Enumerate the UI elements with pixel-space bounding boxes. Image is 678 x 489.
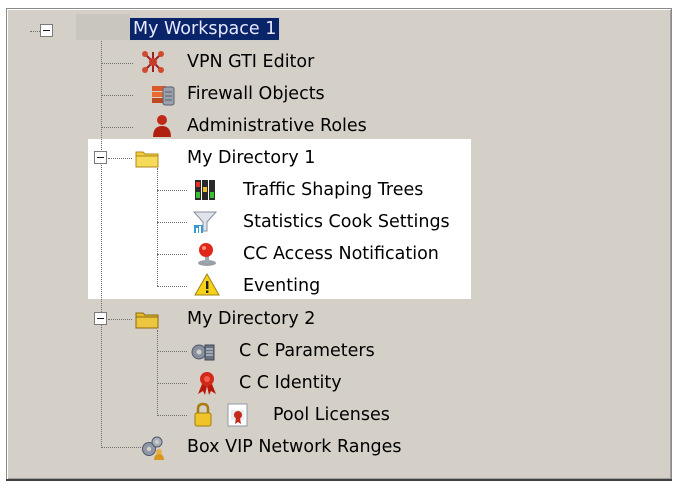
tree-line-branch xyxy=(101,95,133,96)
firewall-objects-icon xyxy=(150,82,176,108)
tree-line-branch xyxy=(101,447,141,448)
tree-line-branch xyxy=(157,351,187,352)
gears-user-icon xyxy=(140,434,166,460)
admin-user-icon xyxy=(149,113,175,139)
tree-node-traffic-shaping-trees[interactable]: Traffic Shaping Trees xyxy=(243,179,423,201)
vpn-network-icon xyxy=(140,49,166,75)
warning-triangle-icon xyxy=(194,272,220,298)
tree-line-dir1 xyxy=(157,168,158,286)
tree-line-branch xyxy=(101,63,133,64)
tree-node-administrative-roles[interactable]: Administrative Roles xyxy=(187,115,367,137)
tree-node-firewall-objects[interactable]: Firewall Objects xyxy=(187,83,325,105)
tree-node-my-directory-2[interactable]: My Directory 2 xyxy=(187,308,315,330)
workspace-icon-placeholder xyxy=(76,14,130,40)
tree-line-branch xyxy=(108,319,132,320)
tree-node-cc-identity[interactable]: C C Identity xyxy=(239,372,342,394)
license-certificate-icon xyxy=(225,402,251,428)
tree-line-branch xyxy=(157,286,187,287)
gear-list-icon xyxy=(190,339,216,365)
folder-icon xyxy=(134,145,160,171)
tree-node-vpn-gti-editor[interactable]: VPN GTI Editor xyxy=(187,51,314,73)
tree-node-statistics-cook-settings[interactable]: Statistics Cook Settings xyxy=(243,211,450,233)
tree-line-root xyxy=(30,31,40,32)
folder-icon xyxy=(134,306,160,332)
lock-icon xyxy=(190,402,216,428)
root-collapse-button[interactable] xyxy=(40,24,53,37)
tree-node-eventing[interactable]: Eventing xyxy=(243,275,320,297)
tree-line-branch xyxy=(157,415,187,416)
ribbon-badge-icon xyxy=(194,370,220,396)
traffic-light-icon xyxy=(192,177,218,203)
funnel-chart-icon xyxy=(192,209,218,235)
tree-node-cc-access-notification[interactable]: CC Access Notification xyxy=(243,243,439,265)
tree-node-pool-licenses[interactable]: Pool Licenses xyxy=(273,404,390,426)
panel-bottom-border xyxy=(6,479,672,481)
directory1-collapse-button[interactable] xyxy=(94,151,107,164)
red-alert-pin-icon xyxy=(194,241,220,267)
tree-line-branch xyxy=(157,222,187,223)
tree-line-branch xyxy=(157,254,187,255)
directory2-collapse-button[interactable] xyxy=(94,312,107,325)
tree-line-branch xyxy=(101,127,133,128)
tree-node-cc-parameters[interactable]: C C Parameters xyxy=(239,340,375,362)
tree-node-my-directory-1[interactable]: My Directory 1 xyxy=(187,147,315,169)
tree-view-window: My Workspace 1 VPN GTI Editor Firewall O… xyxy=(0,0,678,489)
tree-node-workspace[interactable]: My Workspace 1 xyxy=(128,17,281,41)
tree-line-branch xyxy=(108,158,132,159)
tree-line-branch xyxy=(157,383,187,384)
tree-line-dir2 xyxy=(157,330,158,416)
tree-line-main xyxy=(101,38,102,448)
tree-node-box-vip-network-ranges[interactable]: Box VIP Network Ranges xyxy=(187,436,402,458)
tree-line-branch xyxy=(157,190,187,191)
